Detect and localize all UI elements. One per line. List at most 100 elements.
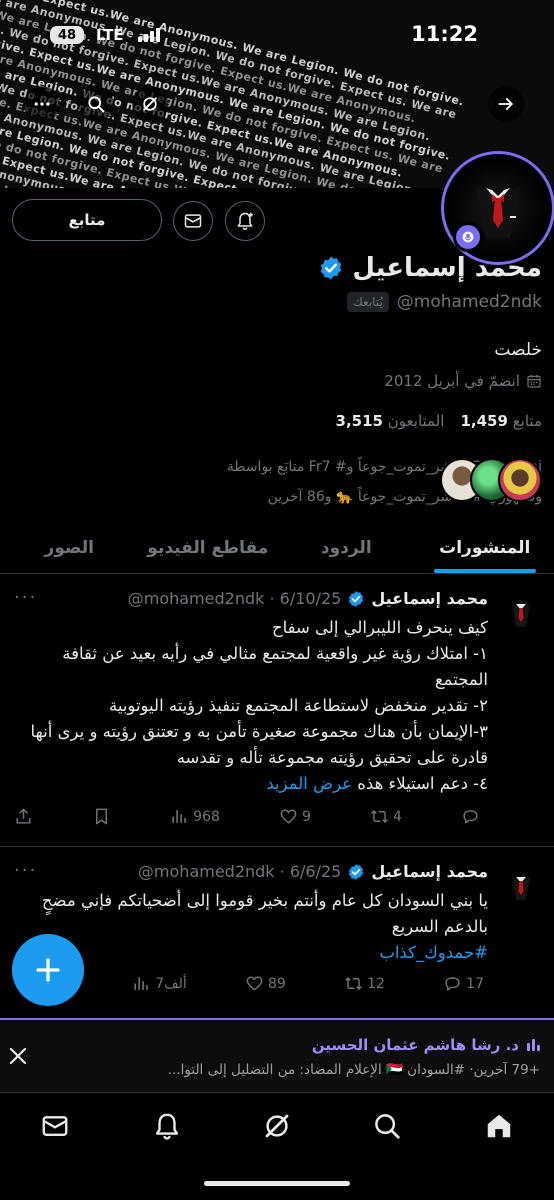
repost-icon: [371, 809, 388, 824]
tab-photos[interactable]: الصور: [0, 522, 139, 573]
network-type: LTE: [96, 26, 124, 44]
follows-you-badge: يُتابعك: [346, 292, 389, 312]
more-options-button[interactable]: [24, 86, 60, 122]
bookmark-button[interactable]: [92, 807, 111, 826]
post-meta[interactable]: @mohamed2ndk · 6/10/25: [128, 589, 342, 608]
post-author-name[interactable]: محمد إسماعيل: [371, 589, 488, 608]
reply-button[interactable]: [461, 807, 484, 826]
status-indicators: 48 LTE: [50, 26, 160, 44]
bell-icon[interactable]: [152, 1111, 182, 1141]
views-button[interactable]: 7ألف: [132, 974, 187, 993]
envelope-icon[interactable]: [40, 1111, 70, 1141]
tab-posts[interactable]: المنشورات: [416, 522, 554, 573]
more-horizontal-icon: [34, 102, 50, 106]
following-button[interactable]: متابع: [12, 199, 162, 241]
share-button[interactable]: [14, 807, 33, 826]
compose-button[interactable]: [12, 934, 84, 1006]
tab-replies[interactable]: الردود: [277, 522, 416, 573]
verified-badge-icon[interactable]: [318, 255, 344, 281]
profile-bio: خلصت: [494, 340, 542, 360]
bell-plus-icon: [237, 212, 253, 231]
post-text-line: ٤- دعم استيلاء هذه عرض المزيد: [266, 774, 488, 793]
analytics-icon: [134, 977, 149, 990]
repost-button[interactable]: 12: [344, 974, 385, 993]
like-button[interactable]: 9: [279, 807, 311, 826]
home-indicator[interactable]: [204, 1181, 350, 1186]
notifications-subscribe-button[interactable]: [225, 201, 265, 241]
space-host-name: د. رشا هاشم عثمان الحسين: [311, 1036, 519, 1054]
envelope-icon: [184, 214, 202, 228]
spaces-host-badge[interactable]: [453, 222, 483, 252]
audio-equalizer-icon: [527, 1039, 540, 1051]
post-author-avatar[interactable]: [498, 589, 544, 635]
profile-display-name: محمد إسماعيل: [352, 253, 542, 283]
post-text-line: ٢- تقدير منخفض لاستطاعة المجتمع تنفيذ رؤ…: [109, 696, 488, 715]
reply-button[interactable]: 17: [443, 974, 484, 993]
post-meta[interactable]: @mohamed2ndk · 6/6/25: [138, 862, 341, 881]
space-subtitle: +79 آخرين· #السودان 🇸🇩 الإعلام المضاد: م…: [167, 1062, 540, 1078]
follow-stats: المتابعون 3,515 متابع 1,459: [336, 412, 542, 430]
heart-icon: [280, 809, 297, 824]
post-author-name[interactable]: محمد إسماعيل: [371, 862, 488, 881]
analytics-icon: [172, 810, 186, 823]
arrow-right-icon: [498, 98, 513, 110]
avatar: [498, 458, 542, 502]
following-link[interactable]: متابع 1,459: [460, 412, 542, 430]
post-author-avatar[interactable]: [498, 862, 544, 908]
profile-tabs: المنشورات الردود مقاطع الفيديو الصور: [0, 522, 554, 574]
post-text-line: كيف ينحرف الليبرالي إلى سفاح: [271, 618, 488, 637]
bookmark-icon: [96, 808, 108, 825]
search-icon: [88, 96, 105, 113]
mutual-follower-avatars[interactable]: [440, 458, 542, 504]
reply-icon: [445, 977, 460, 991]
post-item[interactable]: @mohamed2ndk · 6/6/25 محمد إسماعيل ··· ي…: [0, 848, 554, 1018]
post-text-line: يا بني السودان كل عام وأنتم بخير قوموا إ…: [41, 891, 488, 936]
repost-icon: [345, 976, 363, 991]
heart-icon: [246, 976, 263, 991]
live-space-bar[interactable]: د. رشا هاشم عثمان الحسين +79 آخرين· #الس…: [0, 1018, 554, 1092]
joined-date: انضمّ في أبريل 2012: [384, 372, 542, 390]
status-time: 11:22: [411, 22, 478, 46]
search-button[interactable]: [78, 86, 114, 122]
verified-badge-icon: [349, 590, 364, 607]
followers-link[interactable]: المتابعون 3,515: [336, 412, 445, 430]
post-item[interactable]: @mohamed2ndk · 6/10/25 محمد إسماعيل ··· …: [0, 575, 554, 847]
post-text: يا بني السودان كل عام وأنتم بخير قوموا إ…: [10, 888, 488, 966]
post-more-button[interactable]: ···: [14, 587, 37, 608]
joined-date-text: انضمّ في أبريل 2012: [384, 372, 520, 390]
post-actions: 17 12 89 7ألف: [14, 974, 484, 993]
message-button[interactable]: [173, 201, 213, 241]
microphone-icon: [462, 231, 474, 243]
status-bar: 48 LTE 11:22: [0, 0, 554, 70]
post-more-button[interactable]: ···: [14, 860, 37, 881]
views-button[interactable]: 968: [170, 807, 220, 826]
battery-indicator: 48: [50, 26, 84, 44]
grok-icon[interactable]: [262, 1111, 292, 1141]
like-button[interactable]: 89: [245, 974, 286, 993]
profile-name-row: محمد إسماعيل: [318, 253, 542, 283]
calendar-icon: [527, 375, 541, 388]
reply-icon: [463, 810, 478, 824]
post-actions: 4 9 968: [14, 807, 484, 826]
share-icon: [16, 808, 31, 824]
space-title-row: د. رشا هاشم عثمان الحسين: [312, 1036, 540, 1054]
grok-icon: [143, 97, 157, 111]
tab-videos[interactable]: مقاطع الفيديو: [139, 522, 278, 573]
back-button[interactable]: [488, 86, 524, 122]
profile-handle: @mohamed2ndk: [396, 292, 542, 312]
post-text-line: ١- امتلاك رؤية غير واقعية لمجتمع مثالي ف…: [62, 644, 488, 689]
post-text-line: ٣-الإيمان بأن هناك مجموعة صغيرة تأمن به …: [30, 722, 488, 767]
signal-icon: [137, 28, 160, 42]
profile-handle-row: يُتابعك @mohamed2ndk: [346, 292, 542, 312]
close-icon[interactable]: [6, 1044, 30, 1068]
post-text: كيف ينحرف الليبرالي إلى سفاح ١- امتلاك ر…: [10, 615, 488, 797]
show-more-link[interactable]: عرض المزيد: [266, 774, 352, 793]
verified-badge-icon: [349, 863, 364, 880]
grok-button[interactable]: [132, 86, 168, 122]
search-icon[interactable]: [372, 1111, 402, 1141]
repost-button[interactable]: 4: [370, 807, 402, 826]
post-header: @mohamed2ndk · 6/10/25 محمد إسماعيل: [128, 589, 488, 608]
plus-icon: [36, 958, 60, 982]
home-icon[interactable]: [484, 1111, 514, 1141]
post-header: @mohamed2ndk · 6/6/25 محمد إسماعيل: [138, 862, 488, 881]
